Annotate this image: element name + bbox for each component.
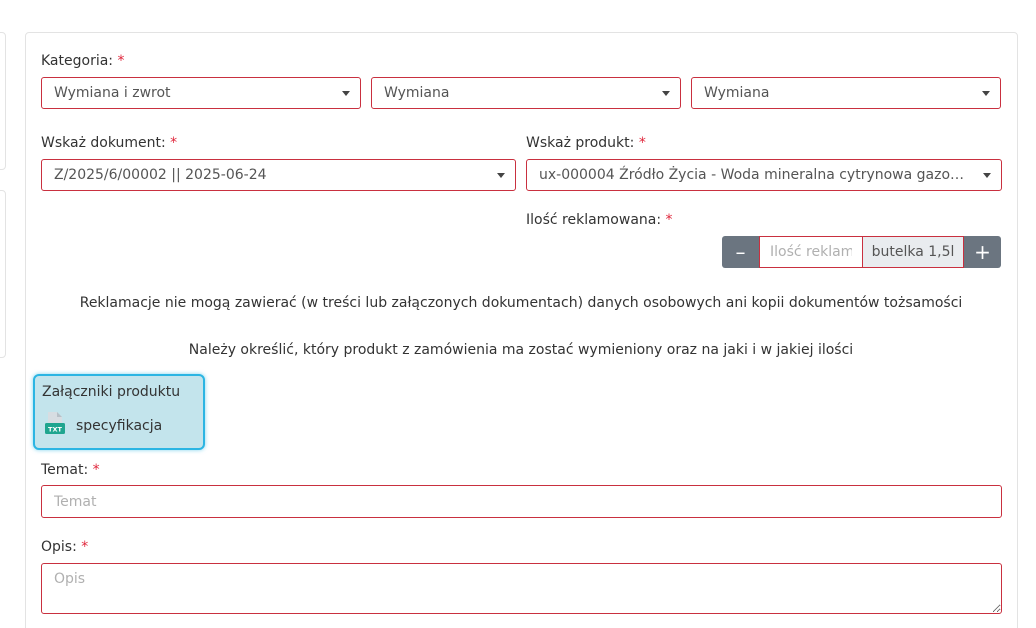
product-label-text: Wskaż produkt: (526, 135, 635, 151)
required-mark: * (81, 539, 89, 555)
subcategory-detail-select[interactable]: Wymiana (691, 77, 1001, 109)
required-mark: * (117, 53, 125, 69)
quantity-stepper: – butelka 1,5l + (722, 236, 1001, 268)
category-label-text: Kategoria: (41, 53, 114, 69)
subject-label-text: Temat: (41, 462, 89, 478)
document-select-value: Z/2025/6/00002 || 2025-06-24 (54, 167, 267, 183)
chevron-down-icon (662, 91, 670, 96)
subject-input[interactable] (41, 485, 1002, 518)
quantity-unit: butelka 1,5l (863, 236, 964, 268)
chevron-down-icon (983, 173, 991, 178)
required-mark: * (170, 135, 178, 151)
product-attachments-panel: Załączniki produktu TXT specyfikacja (33, 374, 205, 450)
category-select[interactable]: Wymiana i zwrot (41, 77, 361, 109)
description-textarea[interactable] (41, 563, 1002, 614)
file-type-badge: TXT (48, 426, 62, 434)
subcategory-select[interactable]: Wymiana (371, 77, 681, 109)
description-label-text: Opis: (41, 539, 77, 555)
subcategory-select-value: Wymiana (384, 85, 450, 101)
quantity-label-text: Ilość reklamowana: (526, 212, 662, 228)
required-mark: * (638, 135, 646, 151)
required-mark: * (665, 212, 673, 228)
page: Kategoria: * Wymiana i zwrot Wymiana Wym… (0, 0, 1036, 628)
document-select[interactable]: Z/2025/6/00002 || 2025-06-24 (41, 159, 516, 191)
subject-label: Temat: * (41, 462, 100, 478)
description-label: Opis: * (41, 539, 88, 555)
txt-file-icon: TXT (45, 412, 65, 434)
category-select-value: Wymiana i zwrot (54, 85, 171, 101)
left-panel-fragment (0, 32, 6, 170)
category-label: Kategoria: * (41, 53, 124, 69)
product-select-value: ux-000004 Źródło Życia - Woda mineralna … (539, 167, 1002, 183)
attachment-file-link[interactable]: specyfikacja (76, 418, 162, 434)
quantity-label: Ilość reklamowana: * (526, 212, 673, 228)
increase-quantity-button[interactable]: + (964, 236, 1001, 268)
subcategory-detail-select-value: Wymiana (704, 85, 770, 101)
product-select[interactable]: ux-000004 Źródło Życia - Woda mineralna … (526, 159, 1002, 191)
required-mark: * (92, 462, 100, 478)
left-panel-fragment (0, 190, 6, 358)
personal-data-notice: Reklamacje nie mogą zawierać (w treści l… (79, 295, 963, 311)
exchange-instruction-notice: Należy określić, który produkt z zamówie… (188, 342, 854, 358)
chevron-down-icon (342, 91, 350, 96)
chevron-down-icon (982, 91, 990, 96)
attachments-title: Załączniki produktu (42, 384, 181, 400)
quantity-input[interactable] (759, 236, 863, 268)
product-label: Wskaż produkt: * (526, 135, 646, 151)
document-label-text: Wskaż dokument: (41, 135, 166, 151)
chevron-down-icon (497, 173, 505, 178)
complaint-form-card (25, 32, 1018, 628)
decrease-quantity-button[interactable]: – (722, 236, 759, 268)
document-label: Wskaż dokument: * (41, 135, 177, 151)
